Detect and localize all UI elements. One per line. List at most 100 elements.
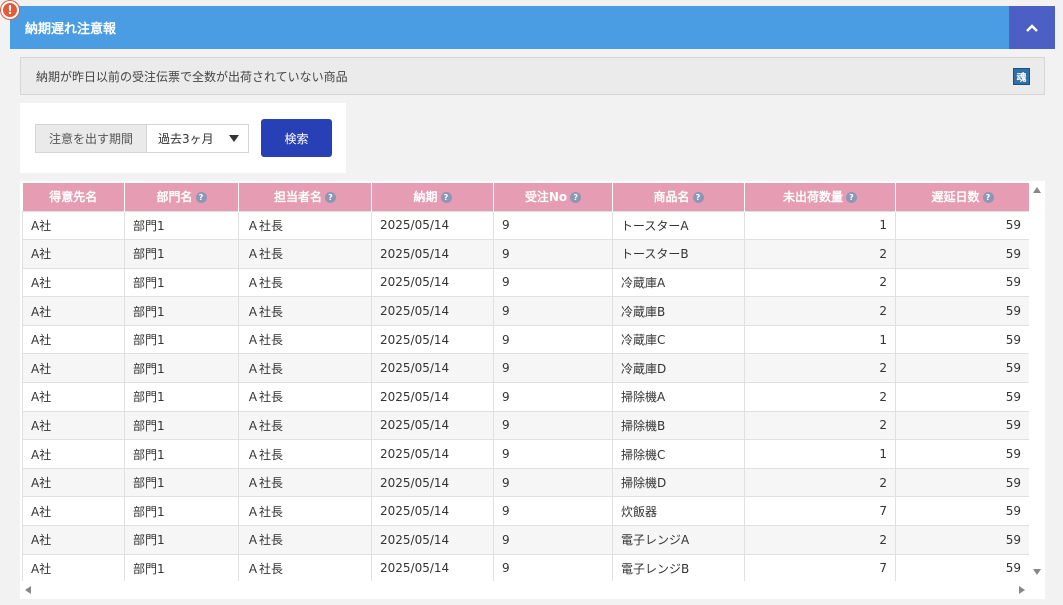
table-row[interactable]: A社 部門1 Ａ社長 2025/05/14 9 電子レンジA 2 59	[22, 525, 1030, 555]
period-label: 注意を出す期間	[36, 125, 147, 152]
table-cell: 2025/05/14	[371, 410, 494, 441]
panel-header: 納期遅れ注意報	[10, 6, 1055, 49]
help-question-icon[interactable]: ?	[692, 192, 704, 204]
alert-icon: !	[1, 1, 19, 19]
table-row[interactable]: A社 部門1 Ａ社長 2025/05/14 9 掃除機A 2 59	[22, 382, 1030, 412]
column-header-label: 受注No	[524, 190, 568, 205]
table-cell: 部門1	[124, 382, 239, 412]
panel-title: 納期遅れ注意報	[25, 22, 117, 37]
table-cell: Ａ社長	[238, 267, 372, 298]
help-icon[interactable]: 魂	[1013, 68, 1030, 85]
search-button[interactable]: 検索	[261, 119, 332, 157]
table-cell: 2025/05/14	[371, 382, 494, 412]
table-cell: 1	[744, 324, 896, 355]
table-cell: 59	[895, 525, 1030, 555]
column-header[interactable]: 得意先名	[22, 183, 125, 211]
table-cell: A社	[22, 239, 125, 269]
column-header-label: 得意先名	[49, 190, 98, 205]
column-header[interactable]: 未出荷数量?	[744, 183, 896, 211]
scroll-down-icon[interactable]	[1033, 569, 1041, 575]
table-row[interactable]: A社 部門1 Ａ社長 2025/05/14 9 トースターB 2 59	[22, 239, 1030, 269]
collapse-button[interactable]	[1009, 6, 1055, 49]
column-header[interactable]: 受注No?	[493, 183, 613, 211]
table-cell: 59	[895, 210, 1030, 241]
table-cell: 掃除機A	[612, 382, 745, 412]
column-header[interactable]: 担当者名?	[238, 183, 372, 211]
table-cell: 2025/05/14	[371, 210, 494, 241]
scroll-left-icon[interactable]	[25, 586, 31, 594]
table-cell: 2025/05/14	[371, 525, 494, 555]
horizontal-scrollbar[interactable]	[20, 581, 1045, 599]
column-header-label: 未出荷数量	[782, 190, 843, 205]
table-cell: 59	[895, 382, 1030, 412]
vertical-scrollbar[interactable]	[1029, 181, 1045, 581]
results-table: 得意先名 部門名? 担当者名? 納期? 受注No? 商品名? 未出荷数量? 遅延日数? A社部…	[22, 183, 1030, 584]
table-cell: Ａ社長	[238, 210, 372, 241]
table-cell: Ａ社長	[238, 239, 372, 269]
column-header[interactable]: 納期?	[371, 183, 494, 211]
table-cell: 部門1	[124, 410, 239, 441]
table-body: A社 部門1 Ａ社長 2025/05/14 9 トースターA 1 59 A社 部門1 Ａ社長 2025…	[22, 210, 1030, 584]
column-header-label: 納期	[413, 190, 438, 205]
chevron-up-icon	[1026, 23, 1038, 32]
table-cell: 1	[744, 439, 896, 469]
column-header[interactable]: 部門名?	[124, 183, 239, 211]
table-row[interactable]: A社 部門1 Ａ社長 2025/05/14 9 冷蔵庫B 2 59	[22, 296, 1030, 326]
help-question-icon[interactable]: ?	[325, 192, 336, 204]
table-cell: Ａ社長	[238, 467, 372, 498]
table-cell: 2025/05/14	[371, 324, 494, 355]
table-cell: 59	[895, 267, 1030, 298]
table-cell: 59	[895, 296, 1030, 326]
table-cell: 2	[744, 353, 896, 384]
table-cell: 9	[493, 382, 613, 412]
table-cell: 部門1	[124, 239, 239, 269]
table-row[interactable]: A社 部門1 Ａ社長 2025/05/14 9 掃除機C 1 59	[22, 439, 1030, 469]
scroll-up-icon[interactable]	[1033, 187, 1041, 193]
help-question-icon[interactable]: ?	[440, 192, 452, 204]
table-cell: 59	[895, 239, 1030, 269]
table-cell: Ａ社長	[238, 496, 372, 527]
help-question-icon[interactable]: ?	[846, 192, 857, 204]
search-panel: 注意を出す期間 過去3ヶ月 検索	[20, 103, 346, 173]
scroll-right-icon[interactable]	[1019, 586, 1025, 594]
table-cell: 電子レンジA	[612, 525, 745, 555]
column-header[interactable]: 遅延日数?	[895, 183, 1030, 211]
table-cell: 部門1	[124, 525, 239, 555]
table-row[interactable]: A社 部門1 Ａ社長 2025/05/14 9 掃除機D 2 59	[22, 467, 1030, 498]
table-row[interactable]: A社 部門1 Ａ社長 2025/05/14 9 冷蔵庫A 2 59	[22, 267, 1030, 298]
table-cell: Ａ社長	[238, 553, 372, 584]
table-cell: 9	[493, 239, 613, 269]
table-cell: Ａ社長	[238, 353, 372, 384]
table-cell: 59	[895, 496, 1030, 527]
table-cell: 冷蔵庫D	[612, 353, 745, 384]
table-cell: A社	[22, 496, 125, 527]
table-cell: 部門1	[124, 553, 239, 584]
table-cell: 2	[744, 382, 896, 412]
table-cell: Ａ社長	[238, 525, 372, 555]
table-row[interactable]: A社 部門1 Ａ社長 2025/05/14 9 炊飯器 7 59	[22, 496, 1030, 527]
table-cell: Ａ社長	[238, 324, 372, 355]
help-question-icon[interactable]: ?	[570, 192, 582, 204]
table-row[interactable]: A社 部門1 Ａ社長 2025/05/14 9 冷蔵庫C 1 59	[22, 324, 1030, 355]
table-row[interactable]: A社 部門1 Ａ社長 2025/05/14 9 冷蔵庫D 2 59	[22, 353, 1030, 384]
help-question-icon[interactable]: ?	[195, 192, 207, 204]
column-header[interactable]: 商品名?	[612, 183, 745, 211]
table-cell: 9	[493, 525, 613, 555]
table-row[interactable]: A社 部門1 Ａ社長 2025/05/14 9 掃除機B 2 59	[22, 410, 1030, 441]
table-cell: 2025/05/14	[371, 553, 494, 584]
table-cell: A社	[22, 296, 125, 326]
table-cell: 2	[744, 467, 896, 498]
table-cell: 9	[493, 296, 613, 326]
table-cell: 9	[493, 267, 613, 298]
table-cell: 部門1	[124, 324, 239, 355]
period-select[interactable]: 過去3ヶ月	[147, 125, 248, 152]
help-question-icon[interactable]: ?	[982, 192, 994, 204]
column-header-label: 担当者名	[273, 190, 322, 205]
table-row[interactable]: A社 部門1 Ａ社長 2025/05/14 9 トースターA 1 59	[22, 210, 1030, 241]
table-cell: 59	[895, 410, 1030, 441]
table-cell: 2025/05/14	[371, 439, 494, 469]
table-row[interactable]: A社 部門1 Ａ社長 2025/05/14 9 電子レンジB 7 59	[22, 553, 1030, 584]
table-cell: 冷蔵庫A	[612, 267, 745, 298]
table-cell: 9	[493, 439, 613, 469]
table-cell: 部門1	[124, 353, 239, 384]
